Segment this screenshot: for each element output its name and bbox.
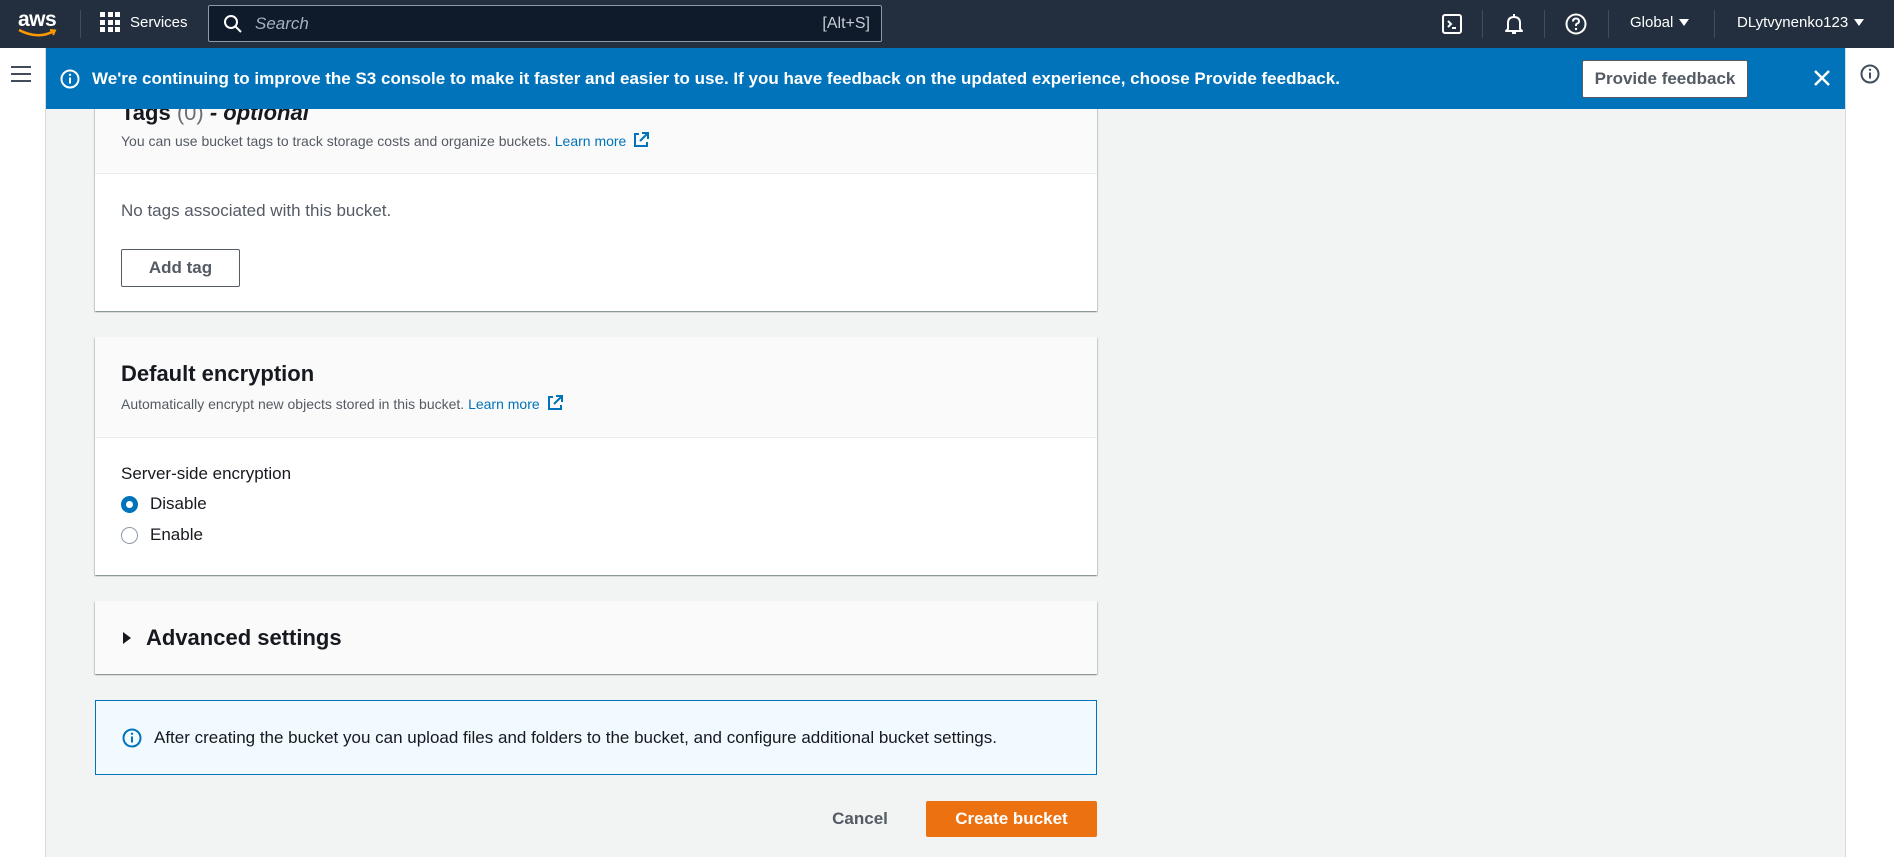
info-alert-text: After creating the bucket you can upload… bbox=[154, 727, 997, 747]
radio-enable[interactable] bbox=[121, 526, 138, 544]
menu-hamburger-icon[interactable] bbox=[11, 66, 31, 82]
tags-description: You can use bucket tags to track storage… bbox=[121, 131, 650, 149]
notifications-bell-icon[interactable] bbox=[1502, 12, 1526, 36]
encryption-learn-more-link[interactable]: Learn more bbox=[468, 395, 564, 412]
nav-divider bbox=[80, 10, 81, 38]
caret-down-icon bbox=[1679, 19, 1690, 26]
create-bucket-button[interactable]: Create bucket bbox=[926, 801, 1097, 837]
account-label: DLytvynenko123 bbox=[1737, 14, 1849, 31]
external-link-icon bbox=[634, 132, 650, 147]
server-side-encryption-label: Server-side encryption bbox=[121, 464, 292, 483]
radio-disable[interactable] bbox=[121, 495, 138, 513]
encryption-panel-header: Default encryption Automatically encrypt… bbox=[95, 337, 1097, 438]
encryption-option-enable[interactable]: Enable bbox=[121, 525, 203, 545]
help-icon[interactable] bbox=[1564, 12, 1588, 36]
search-shortcut: [Alt+S] bbox=[822, 14, 870, 32]
tags-empty-text: No tags associated with this bucket. bbox=[121, 201, 392, 220]
region-label: Global bbox=[1630, 14, 1674, 31]
flash-message: We're continuing to improve the S3 conso… bbox=[92, 68, 1340, 88]
info-panel-icon[interactable] bbox=[1860, 64, 1880, 84]
search-box[interactable]: [Alt+S] bbox=[208, 5, 882, 42]
side-navigation-drawer bbox=[0, 48, 46, 857]
encryption-description: Automatically encrypt new objects stored… bbox=[121, 394, 564, 412]
flash-banner: We're continuing to improve the S3 conso… bbox=[46, 48, 1845, 109]
top-navigation: aws Services [Alt+S] Glo bbox=[0, 0, 1894, 48]
nav-divider bbox=[1714, 10, 1715, 38]
tags-panel: Tags (0) - optional You can use bucket t… bbox=[95, 80, 1097, 311]
cloudshell-icon[interactable] bbox=[1440, 12, 1464, 36]
external-link-icon bbox=[547, 395, 563, 410]
info-icon bbox=[60, 69, 80, 88]
search-icon bbox=[224, 14, 242, 33]
tags-learn-more-link[interactable]: Learn more bbox=[555, 132, 651, 149]
account-menu[interactable]: DLytvynenko123 bbox=[1737, 14, 1865, 31]
default-encryption-panel: Default encryption Automatically encrypt… bbox=[95, 337, 1097, 575]
tools-panel-drawer bbox=[1845, 48, 1894, 857]
services-menu[interactable]: Services bbox=[100, 12, 188, 32]
provide-feedback-button[interactable]: Provide feedback bbox=[1582, 60, 1748, 98]
add-tag-button[interactable]: Add tag bbox=[121, 249, 240, 287]
caret-right-icon bbox=[123, 632, 131, 644]
radio-disable-label: Disable bbox=[150, 494, 207, 513]
nav-divider bbox=[1482, 10, 1483, 38]
caret-down-icon bbox=[1854, 19, 1865, 26]
services-label: Services bbox=[130, 13, 188, 31]
search-input[interactable] bbox=[253, 12, 823, 35]
cancel-button[interactable]: Cancel bbox=[818, 801, 902, 837]
region-selector[interactable]: Global bbox=[1630, 14, 1690, 31]
services-grid-icon bbox=[100, 12, 120, 32]
close-icon[interactable] bbox=[1812, 68, 1832, 88]
encryption-title: Default encryption bbox=[121, 361, 315, 386]
aws-smile-icon bbox=[18, 28, 57, 37]
info-alert: After creating the bucket you can upload… bbox=[95, 700, 1097, 775]
advanced-settings-title: Advanced settings bbox=[146, 625, 342, 650]
radio-enable-label: Enable bbox=[150, 525, 203, 544]
nav-divider bbox=[1544, 10, 1545, 38]
nav-divider bbox=[1608, 10, 1609, 38]
info-icon bbox=[122, 728, 142, 747]
encryption-option-disable[interactable]: Disable bbox=[121, 494, 207, 514]
aws-logo[interactable]: aws bbox=[18, 8, 62, 40]
advanced-settings-panel[interactable]: Advanced settings bbox=[95, 601, 1097, 674]
